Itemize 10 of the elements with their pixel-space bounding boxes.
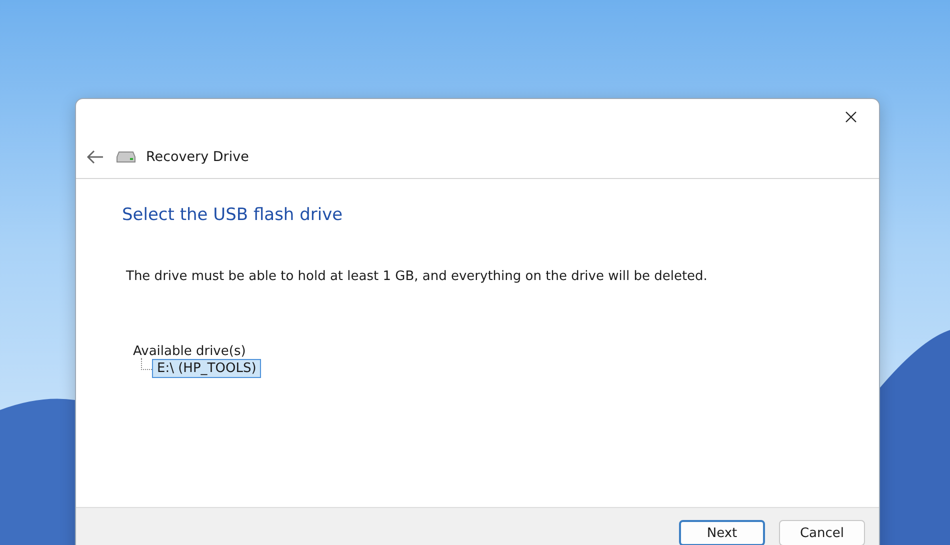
next-button[interactable]: Next bbox=[679, 520, 765, 545]
cancel-button[interactable]: Cancel bbox=[779, 520, 865, 545]
window-title: Recovery Drive bbox=[146, 148, 249, 164]
page-heading: Select the USB flash drive bbox=[122, 205, 344, 225]
drives-label: Available drive(s) bbox=[133, 344, 247, 359]
description-text: The drive must be able to hold at least 1 GB, and everything on the drive will be deleted. bbox=[126, 269, 708, 284]
close-icon bbox=[845, 111, 857, 123]
drive-item[interactable]: E:\ (HP_TOOLS) bbox=[152, 359, 262, 378]
back-button[interactable] bbox=[84, 148, 106, 166]
drive-icon bbox=[116, 150, 136, 162]
